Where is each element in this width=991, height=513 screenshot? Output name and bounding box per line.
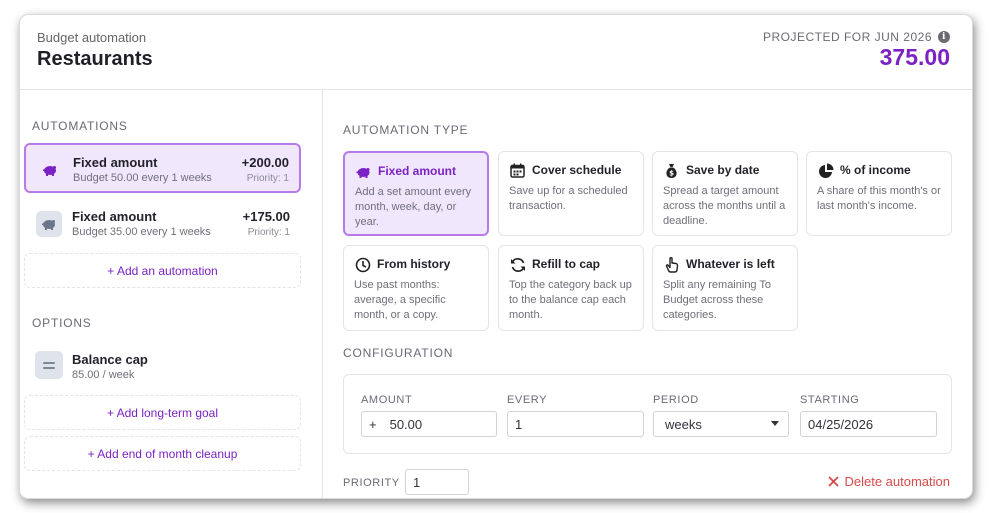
header-subtitle: Budget automation (37, 30, 147, 45)
delete-automation-button[interactable]: Delete automation (828, 474, 950, 489)
type-title: Cover schedule (532, 163, 622, 177)
type-cover-schedule[interactable]: Cover schedule Save up for a scheduled t… (498, 151, 644, 236)
type-fixed-amount[interactable]: Fixed amount Add a set amount every mont… (343, 151, 489, 236)
amount-label: AMOUNT (361, 394, 413, 406)
type-desc: Add a set amount every month, week, day,… (355, 186, 472, 228)
starting-value: 04/25/2026 (808, 416, 874, 432)
priority-value: 1 (413, 474, 421, 490)
svg-text:$: $ (669, 169, 674, 177)
type-title: Refill to cap (532, 257, 601, 271)
amount-value: 50.00 (389, 416, 423, 432)
sidebar: AUTOMATIONS Fixed amount Budget 50.00 ev… (20, 89, 323, 498)
options-heading: OPTIONS (32, 316, 92, 330)
add-long-term-goal-button[interactable]: + Add long-term goal (24, 395, 301, 430)
period-value: weeks (665, 416, 702, 432)
configuration-heading: CONFIGURATION (343, 346, 454, 360)
add-end-of-month-cleanup-button[interactable]: + Add end of month cleanup (24, 436, 301, 471)
piggy-bank-icon (37, 157, 63, 183)
automation-name: Fixed amount (72, 209, 157, 224)
piggy-bank-icon (36, 211, 62, 237)
balance-cap-name: Balance cap (72, 352, 148, 367)
refresh-icon (509, 256, 526, 273)
automation-amount: +175.00 (242, 209, 290, 224)
automation-desc: Budget 35.00 every 1 weeks (72, 226, 211, 238)
type-title: Save by date (686, 163, 760, 177)
automation-priority: Priority: 1 (247, 227, 290, 238)
type-title: Fixed amount (378, 164, 457, 178)
type-desc: Spread a target amount across the months… (663, 185, 786, 227)
type-desc: Use past months: average, a specific mon… (354, 279, 446, 321)
priority-label: PRIORITY (343, 477, 400, 489)
type-desc: A share of this month's or last month's … (817, 185, 941, 212)
automation-amount: +200.00 (241, 155, 289, 170)
page-title: Restaurants (37, 48, 153, 70)
budget-automation-window: Budget automation Restaurants PROJECTED … (19, 14, 973, 499)
projected-amount: 375.00 (879, 44, 950, 70)
amount-prefix: + (369, 416, 377, 432)
period-select[interactable]: weeks (653, 411, 789, 437)
money-bag-icon: $ (663, 162, 680, 179)
projected-label-text: PROJECTED FOR JUN 2026 (762, 30, 932, 44)
automation-type-heading: AUTOMATION TYPE (343, 123, 469, 137)
amount-input[interactable]: + 50.00 (361, 411, 497, 437)
every-input[interactable]: 1 (507, 411, 644, 437)
close-icon (828, 476, 840, 487)
add-automation-button[interactable]: + Add an automation (24, 253, 301, 288)
calendar-icon (509, 162, 526, 179)
balance-cap-desc: 85.00 / week (72, 369, 135, 381)
starting-label: STARTING (800, 394, 860, 406)
automation-priority: Priority: 1 (246, 173, 289, 184)
chevron-down-icon (771, 421, 779, 426)
automation-item-2[interactable]: Fixed amount Budget 35.00 every 1 weeks … (24, 198, 301, 248)
type-title: From history (377, 257, 451, 271)
period-label: PERIOD (653, 394, 699, 406)
type-whatever-is-left[interactable]: Whatever is left Split any remaining To … (652, 245, 798, 331)
automation-item-1[interactable]: Fixed amount Budget 50.00 every 1 weeks … (24, 143, 301, 193)
type-desc: Top the category back up to the balance … (509, 279, 632, 321)
type-desc: Split any remaining To Budget across the… (663, 279, 772, 321)
type-refill-to-cap[interactable]: Refill to cap Top the category back up t… (498, 245, 644, 331)
type-save-by-date[interactable]: $ Save by date Spread a target amount ac… (652, 151, 798, 236)
configuration-box: AMOUNT + 50.00 EVERY 1 PERIOD weeks STAR… (343, 374, 952, 454)
type-percent-of-income[interactable]: % of income A share of this month's or l… (806, 151, 952, 236)
automation-desc: Budget 50.00 every 1 weeks (73, 172, 212, 184)
info-icon[interactable]: i (938, 31, 950, 43)
every-value: 1 (515, 416, 523, 432)
type-desc: Save up for a scheduled transaction. (509, 185, 628, 212)
type-title: Whatever is left (686, 257, 775, 271)
starting-date-input[interactable]: 04/25/2026 (800, 411, 937, 437)
type-title: % of income (840, 163, 911, 177)
hand-pointer-icon (663, 256, 680, 273)
pie-chart-icon (817, 162, 834, 179)
projected-label: PROJECTED FOR JUN 2026 i (763, 30, 950, 44)
piggy-bank-icon (355, 163, 372, 180)
every-label: EVERY (507, 394, 548, 406)
equals-icon (35, 351, 63, 379)
automations-heading: AUTOMATIONS (32, 119, 128, 133)
delete-label: Delete automation (844, 474, 950, 489)
main-panel: AUTOMATION TYPE Fixed amount Add a set a… (323, 89, 972, 498)
header: Budget automation Restaurants PROJECTED … (20, 15, 972, 90)
type-from-history[interactable]: From history Use past months: average, a… (343, 245, 489, 331)
balance-cap-option[interactable]: Balance cap 85.00 / week (20, 345, 310, 385)
history-icon (354, 256, 371, 273)
priority-input[interactable]: 1 (405, 469, 469, 495)
automation-name: Fixed amount (73, 155, 158, 170)
